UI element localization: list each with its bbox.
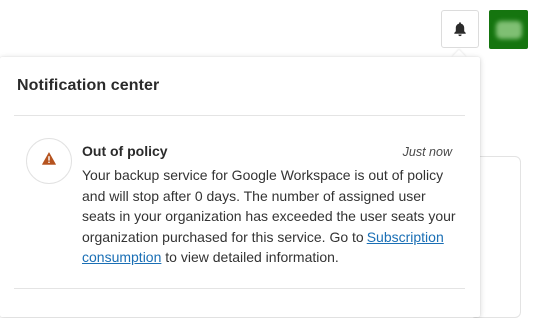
notification-message: Your backup service for Google Workspace… xyxy=(82,165,458,268)
avatar-image xyxy=(495,20,522,39)
panel-title: Notification center xyxy=(17,77,160,94)
warning-triangle-icon xyxy=(42,152,56,170)
message-text-end: to view detailed information. xyxy=(161,249,339,265)
divider xyxy=(14,288,465,289)
notification-timestamp: Just now xyxy=(402,145,452,159)
notification-item[interactable]: Out of policy Just now Your backup servi… xyxy=(14,116,465,288)
notifications-button[interactable] xyxy=(441,10,479,48)
bell-icon xyxy=(453,21,467,37)
user-avatar[interactable] xyxy=(489,10,528,49)
notification-title: Out of policy xyxy=(82,143,168,159)
notification-panel: Notification center Out of policy Just n… xyxy=(0,57,480,317)
warning-icon-container xyxy=(26,138,72,184)
